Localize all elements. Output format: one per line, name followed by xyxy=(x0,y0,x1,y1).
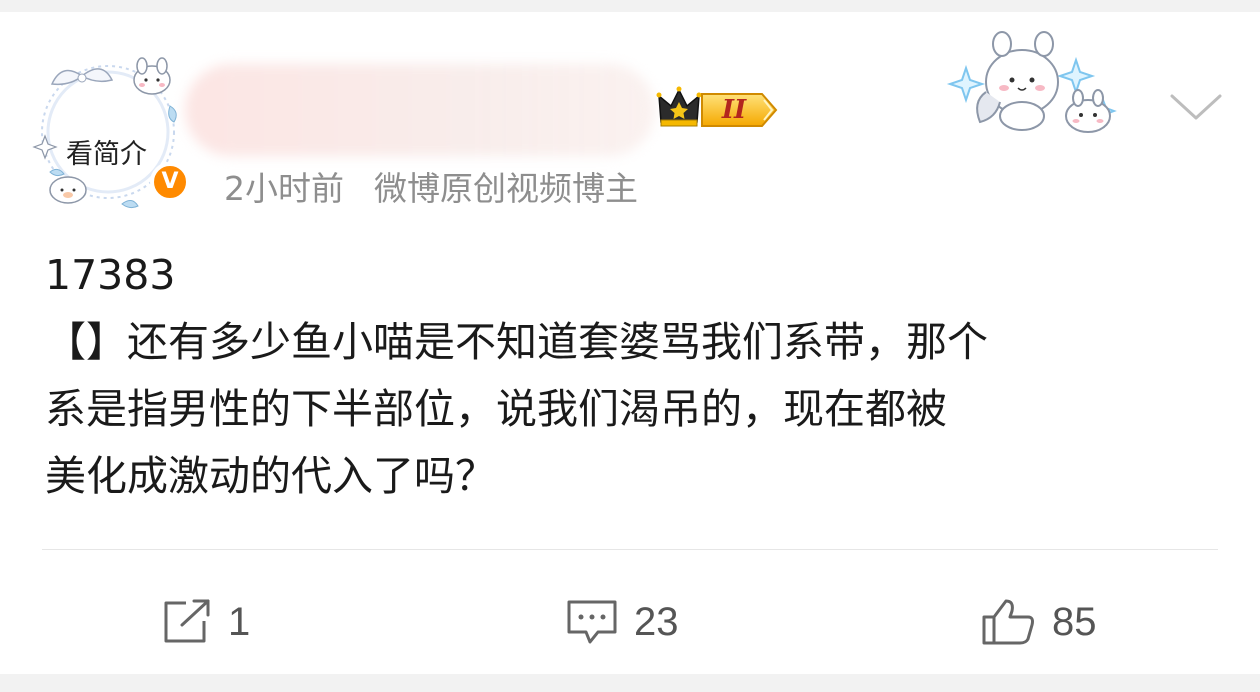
post-content: 17383 【】还有多少鱼小喵是不知道套婆骂我们系带，那个 系是指男性的下半部位… xyxy=(45,242,1225,510)
like-icon xyxy=(982,599,1034,645)
crown-icon xyxy=(656,86,702,127)
like-button[interactable]: 85 xyxy=(980,592,1097,652)
post-line: 美化成激动的代入了吗？ xyxy=(45,452,496,500)
username-redacted[interactable] xyxy=(185,64,655,156)
comment-button[interactable]: 23 xyxy=(566,592,679,652)
post-card: 看简介 V II 2小时前 微博原创视频博主 17383 【】还有多少鱼小喵是不… xyxy=(0,12,1260,674)
like-count: 85 xyxy=(1052,599,1097,644)
comment-count: 23 xyxy=(634,599,679,644)
post-line: 【】还有多少鱼小喵是不知道套婆骂我们系带，那个 xyxy=(45,318,988,366)
divider xyxy=(42,549,1218,550)
avatar[interactable]: 看简介 V xyxy=(30,44,190,214)
post-meta: 2小时前 微博原创视频博主 xyxy=(224,162,638,210)
post-time: 2小时前 xyxy=(224,169,344,208)
comment-icon xyxy=(567,600,617,644)
decorative-sticker xyxy=(946,31,1117,133)
chevron-down-icon[interactable] xyxy=(1168,88,1224,128)
verified-icon: V xyxy=(150,162,190,202)
repost-icon xyxy=(164,599,210,643)
post-source: 微博原创视频博主 xyxy=(374,169,638,208)
post-line: 17383 xyxy=(45,251,176,299)
avatar-label: 看简介 xyxy=(66,139,147,170)
post-line: 系是指男性的下半部位，说我们渴吊的，现在都被 xyxy=(45,385,947,433)
vip-level-text: II xyxy=(721,95,747,125)
repost-count: 1 xyxy=(228,599,251,644)
repost-button[interactable]: 1 xyxy=(162,592,250,652)
vip-level-badge[interactable]: II xyxy=(700,90,780,130)
